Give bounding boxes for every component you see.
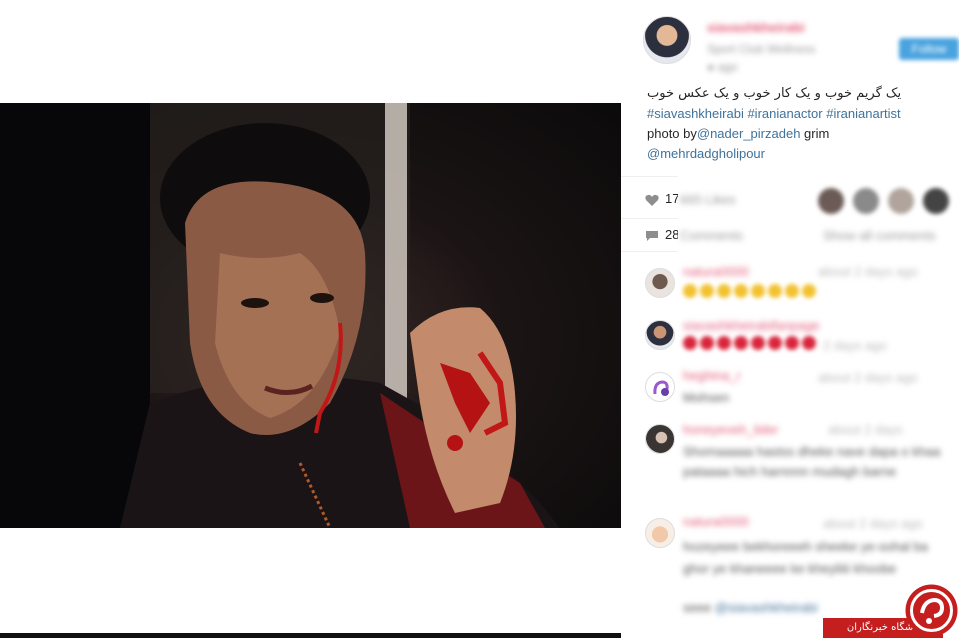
author-username-blurred[interactable]: siavashkheirabi — [707, 20, 805, 35]
photographer-link[interactable]: @nader_pirzadeh — [697, 126, 801, 141]
blurred-comments-panel: 665 Likes Comments Show all comments nat… — [678, 176, 959, 638]
heart-icon[interactable] — [645, 194, 659, 206]
post-caption: یک گریم خوب و یک کار خوب و یک عکس خوب #s… — [647, 84, 947, 164]
comment-time-blur: about 2 days ago — [818, 370, 918, 385]
follow-button[interactable]: Follow — [899, 38, 959, 60]
commenter-avatar[interactable] — [645, 320, 675, 350]
comment-text-blur: hozeyeee bekhoreeeh sheeke ye-sohal ba g… — [683, 539, 929, 576]
author-avatar[interactable] — [643, 16, 691, 64]
commenter-avatar[interactable] — [645, 518, 675, 548]
comment-time-blur: about 2 days — [828, 422, 903, 437]
emoji-row — [683, 336, 816, 350]
commenter-name-blur[interactable]: natura0000 — [683, 514, 749, 529]
grim-label: grim — [800, 126, 830, 141]
commenter-name-blur[interactable]: natura0000 — [683, 264, 749, 279]
show-all-comments-blur[interactable]: Show all comments — [823, 228, 936, 243]
comment-time-blur: 2 days ago — [823, 338, 887, 353]
bottom-dark-strip — [0, 633, 621, 638]
liker-avatar[interactable] — [923, 188, 949, 214]
likes-blur: 665 Likes — [680, 192, 736, 207]
post-photo-area — [0, 0, 621, 638]
caption-persian-text: یک گریم خوب و یک کار خوب و یک عکس خوب — [647, 86, 902, 101]
caption-credit-line: photo by@nader_pirzadeh grim — [647, 124, 947, 144]
liker-avatar[interactable] — [818, 188, 844, 214]
author-location-blurred: Sport Club Wellness — [707, 42, 816, 56]
commenter-avatar[interactable] — [645, 424, 675, 454]
commenter-avatar[interactable] — [645, 268, 675, 298]
comments-blur: Comments — [680, 228, 743, 243]
photo-by-label: photo by — [647, 126, 697, 141]
commenter-name-blur[interactable]: honeyeveh_lider — [683, 422, 778, 437]
commenter-name-blur[interactable]: siavashkheirabifanpage — [683, 318, 820, 333]
commenter-name-blur[interactable]: heghina_r — [683, 368, 741, 383]
likes-row[interactable]: 17 — [645, 191, 679, 206]
makeup-artist-link[interactable]: @mehrdadgholipour — [647, 144, 947, 164]
comment-time-blur: about 2 days ago — [823, 516, 923, 531]
comment-mention-blur: seee @siavashkheirabi — [683, 600, 818, 615]
comment-text-blur: Shomaaaaa hastss dheke nave dapa o khaa … — [683, 444, 941, 479]
emoji-row — [683, 284, 816, 298]
comments-row[interactable]: 28 — [645, 227, 679, 242]
comment-icon[interactable] — [645, 230, 659, 242]
post-photo[interactable] — [0, 103, 621, 528]
liker-avatar[interactable] — [888, 188, 914, 214]
portrait-illustration — [0, 103, 560, 528]
liker-avatar[interactable] — [853, 188, 879, 214]
watermark-logo-icon — [904, 583, 959, 638]
author-time-blurred: ● ago — [707, 60, 738, 74]
commenter-avatar[interactable] — [645, 372, 675, 402]
comment-time-blur: about 2 days ago — [818, 264, 918, 279]
caption-hashtags[interactable]: #siavashkheirabi #iranianactor #iraniana… — [647, 104, 947, 124]
comment-text-blur: Mohsen — [683, 390, 730, 405]
